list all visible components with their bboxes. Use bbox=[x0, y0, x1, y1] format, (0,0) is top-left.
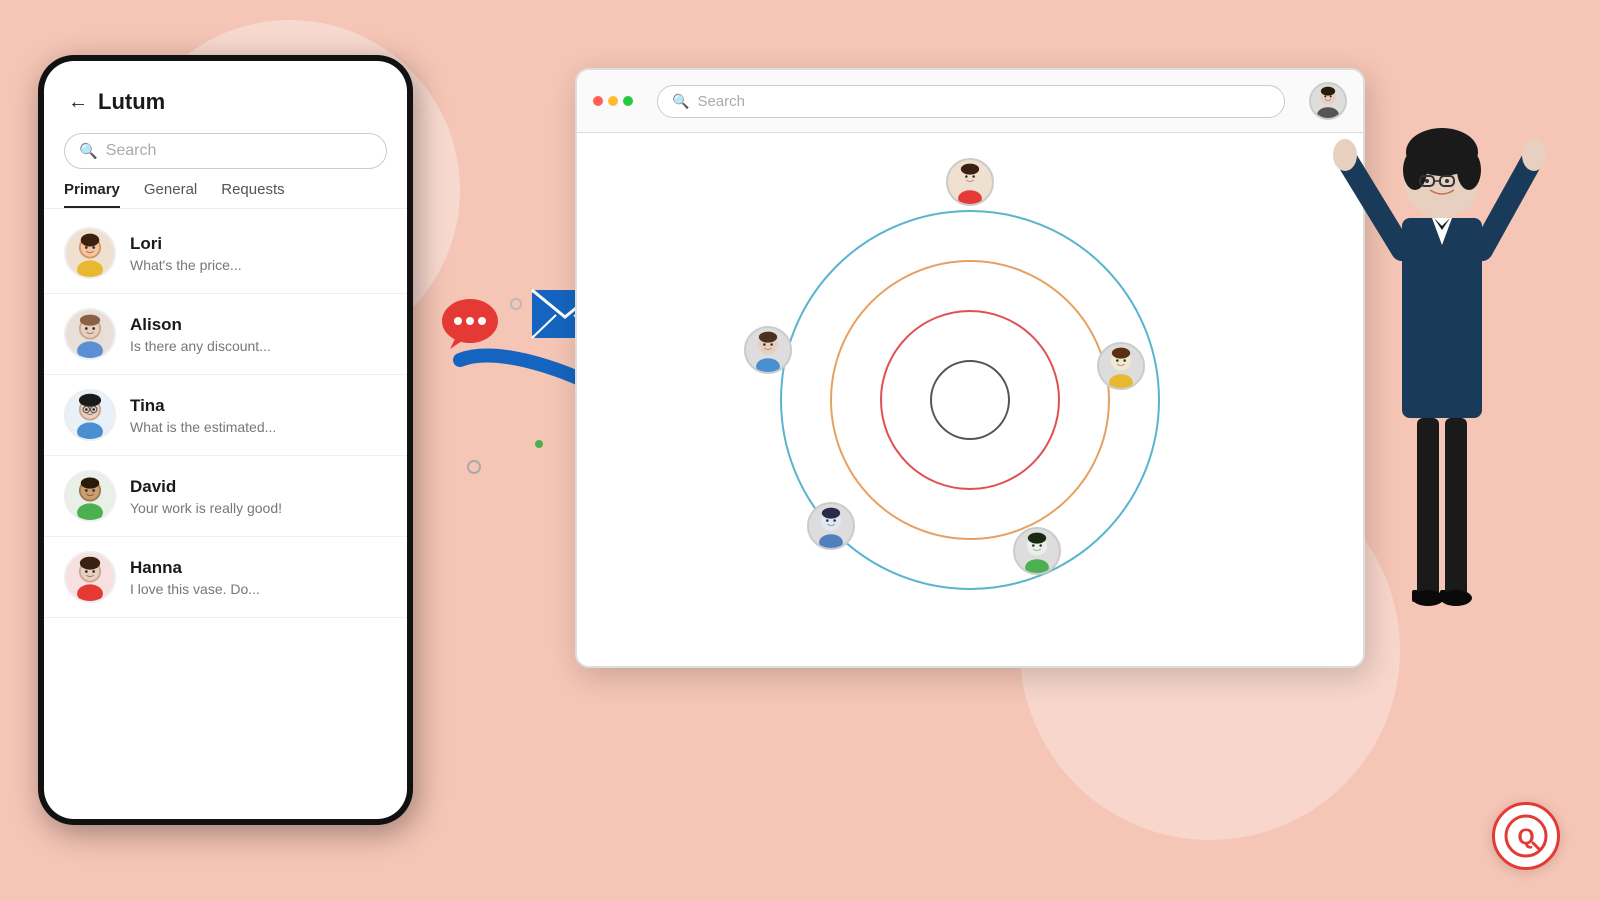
logo-badge[interactable]: Q bbox=[1492, 802, 1560, 870]
contact-msg-tina: What is the estimated... bbox=[130, 419, 387, 435]
browser-search-bar[interactable]: 🔍 Search bbox=[657, 85, 1285, 118]
contact-item-david[interactable]: David Your work is really good! bbox=[44, 456, 407, 537]
contact-item-hanna[interactable]: Hanna I love this vase. Do... bbox=[44, 537, 407, 618]
contact-item-lori[interactable]: Lori What's the price... bbox=[44, 213, 407, 294]
avatar-lori bbox=[64, 227, 116, 279]
phone-tabs: Primary General Requests bbox=[44, 181, 407, 209]
deco-circle-3 bbox=[467, 460, 481, 474]
phone-screen: ← Lutum 🔍 Search Primary General Request… bbox=[44, 61, 407, 819]
contact-name-hanna: Hanna bbox=[130, 558, 387, 578]
contact-info-alison: Alison Is there any discount... bbox=[130, 315, 387, 354]
avatar-tina bbox=[64, 389, 116, 441]
contact-name-alison: Alison bbox=[130, 315, 387, 335]
contact-msg-hanna: I love this vase. Do... bbox=[130, 581, 387, 597]
avatar-david bbox=[64, 470, 116, 522]
back-arrow-icon[interactable]: ← bbox=[68, 91, 88, 114]
contact-name-lori: Lori bbox=[130, 234, 387, 254]
phone-search-bar[interactable]: 🔍 Search bbox=[64, 133, 387, 169]
browser-search-placeholder: Search bbox=[697, 93, 745, 110]
contact-info-hanna: Hanna I love this vase. Do... bbox=[130, 558, 387, 597]
tab-primary[interactable]: Primary bbox=[64, 181, 120, 208]
avatar-alison bbox=[64, 308, 116, 360]
diagram-avatar-right bbox=[1097, 342, 1145, 390]
browser-user-avatar[interactable] bbox=[1309, 82, 1347, 120]
circle-ring-center bbox=[930, 360, 1010, 440]
browser-content bbox=[577, 133, 1363, 667]
contact-name-david: David bbox=[130, 477, 387, 497]
minimize-dot[interactable] bbox=[608, 96, 618, 106]
contact-name-tina: Tina bbox=[130, 396, 387, 416]
phone-app-title: Lutum bbox=[98, 89, 165, 115]
contact-msg-lori: What's the price... bbox=[130, 257, 387, 273]
phone-mockup: ← Lutum 🔍 Search Primary General Request… bbox=[38, 55, 413, 825]
tab-general[interactable]: General bbox=[144, 181, 197, 208]
contact-item-tina[interactable]: Tina What is the estimated... bbox=[44, 375, 407, 456]
deco-circle-2 bbox=[510, 298, 522, 310]
phone-search-icon: 🔍 bbox=[79, 142, 98, 160]
contact-info-tina: Tina What is the estimated... bbox=[130, 396, 387, 435]
avatar-hanna bbox=[64, 551, 116, 603]
phone-header: ← Lutum bbox=[44, 61, 407, 125]
diagram-avatar-bottom-left bbox=[807, 502, 855, 550]
browser-mockup: 🔍 Search bbox=[575, 68, 1365, 668]
contact-list: Lori What's the price... bbox=[44, 213, 407, 819]
contact-info-lori: Lori What's the price... bbox=[130, 234, 387, 273]
tab-requests[interactable]: Requests bbox=[221, 181, 284, 208]
diagram-avatar-bottom-right bbox=[1013, 527, 1061, 575]
contact-msg-alison: Is there any discount... bbox=[130, 338, 387, 354]
diagram-avatar-left bbox=[744, 326, 792, 374]
diagram-avatar-top bbox=[946, 158, 994, 206]
browser-search-icon: 🔍 bbox=[672, 93, 689, 110]
contact-info-david: David Your work is really good! bbox=[130, 477, 387, 516]
browser-toolbar: 🔍 Search bbox=[577, 70, 1363, 133]
deco-dot-2 bbox=[535, 440, 543, 448]
svg-text:Q: Q bbox=[1517, 824, 1534, 849]
circles-diagram bbox=[760, 190, 1180, 610]
browser-window-controls bbox=[593, 96, 633, 106]
maximize-dot[interactable] bbox=[623, 96, 633, 106]
phone-search-placeholder: Search bbox=[106, 142, 157, 160]
chat-bubble-red-icon bbox=[440, 295, 500, 361]
close-dot[interactable] bbox=[593, 96, 603, 106]
contact-msg-david: Your work is really good! bbox=[130, 500, 387, 516]
contact-item-alison[interactable]: Alison Is there any discount... bbox=[44, 294, 407, 375]
